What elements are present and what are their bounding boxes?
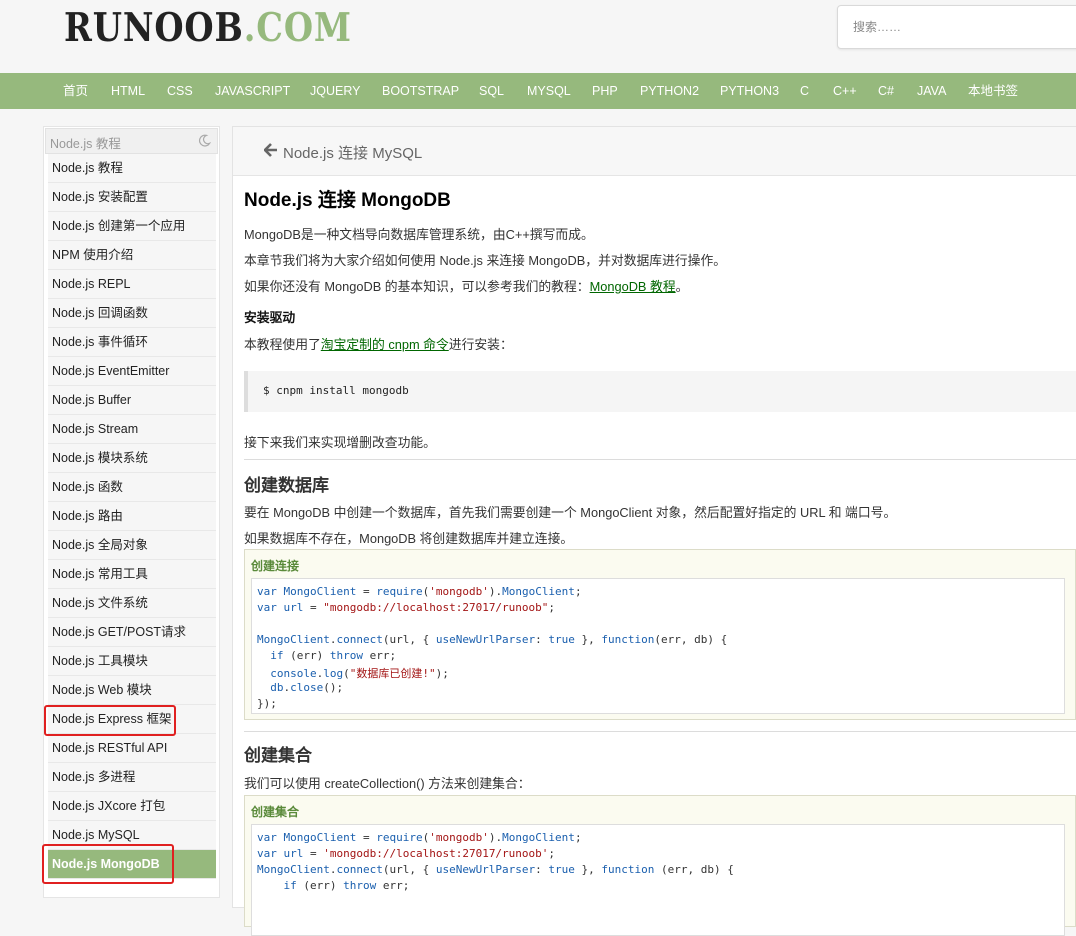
crud-paragraph: 接下来我们来实现增删改查功能。 (244, 435, 436, 450)
section1-paragraph-2: 如果数据库不存在，MongoDB 将创建数据库并建立连接。 (244, 531, 574, 546)
site-logo[interactable]: RUNOOB.COM (64, 8, 352, 48)
highlight-box-express (44, 705, 176, 736)
code-line: var MongoClient = require('mongodb').Mon… (257, 831, 582, 844)
cnpm-link[interactable]: 淘宝定制的 cnpm 命令 (321, 337, 449, 352)
code-line: var url = "mongodb://localhost:27017/run… (257, 601, 556, 614)
sidebar-item[interactable]: Node.js 教程 (48, 154, 216, 183)
sidebar-item[interactable]: Node.js 函数 (48, 473, 216, 502)
main-nav: 首页 HTML CSS JAVASCRIPT JQUERY BOOTSTRAP … (0, 73, 1076, 109)
sidebar-item[interactable]: Node.js 回调函数 (48, 299, 216, 328)
code-line: MongoClient.connect(url, { useNewUrlPars… (257, 863, 734, 876)
divider (244, 459, 1076, 460)
intro3-text: 如果你还没有 MongoDB 的基本知识，可以参考我们的教程： (244, 279, 590, 294)
sidebar-item[interactable]: Node.js Buffer (48, 386, 216, 415)
sidebar: Node.js 教程 Node.js 教程 Node.js 安装配置 Node.… (43, 126, 220, 898)
arrow-left-icon (264, 143, 277, 157)
driver-text-end: 进行安装： (448, 337, 513, 352)
sidebar-item[interactable]: Node.js RESTful API (48, 734, 216, 763)
sidebar-item[interactable]: Node.js 工具模块 (48, 647, 216, 676)
driver-heading: 安装驱动 (244, 310, 296, 325)
sidebar-item[interactable]: Node.js 事件循环 (48, 328, 216, 357)
sidebar-item[interactable]: Node.js 常用工具 (48, 560, 216, 589)
moon-icon[interactable] (198, 134, 211, 147)
sidebar-item[interactable]: Node.js 多进程 (48, 763, 216, 792)
nav-python2[interactable]: PYTHON2 (640, 73, 699, 109)
nav-jquery[interactable]: JQUERY (310, 73, 360, 109)
sidebar-item[interactable]: Node.js JXcore 打包 (48, 792, 216, 821)
sidebar-item[interactable]: Node.js REPL (48, 270, 216, 299)
sidebar-item[interactable]: NPM 使用介绍 (48, 241, 216, 270)
code-line: if (err) throw err; (283, 879, 410, 892)
nav-sql[interactable]: SQL (479, 73, 504, 109)
logo-text: RUNOOB (64, 5, 244, 51)
nav-bootstrap[interactable]: BOOTSTRAP (382, 73, 459, 109)
example-box-collection: 创建集合 var MongoClient = require('mongodb'… (244, 795, 1076, 936)
driver-text: 本教程使用了 (244, 337, 321, 352)
nav-cpp[interactable]: C++ (833, 73, 857, 109)
mongodb-tutorial-link[interactable]: MongoDB 教程 (590, 279, 676, 294)
intro3-end: 。 (675, 279, 689, 294)
sidebar-item[interactable]: Node.js 全局对象 (48, 531, 216, 560)
nav-c[interactable]: C (800, 73, 809, 109)
section-create-collection: 创建集合 (244, 746, 312, 765)
sidebar-header: Node.js 教程 (45, 128, 218, 154)
logo-domain: .COM (243, 5, 352, 51)
divider (244, 731, 1076, 732)
example-title: 创建集合 (251, 805, 300, 819)
intro-paragraph-1: MongoDB是一种文档导向数据库管理系统，由C++撰写而成。 (244, 227, 594, 242)
nav-csharp[interactable]: C# (878, 73, 894, 109)
code-line: db.close(); (270, 681, 344, 694)
nav-java[interactable]: JAVA (917, 73, 946, 109)
sidebar-item[interactable]: Node.js Web 模块 (48, 676, 216, 705)
nav-css[interactable]: CSS (167, 73, 193, 109)
code-block-connect: var MongoClient = require('mongodb').Mon… (251, 578, 1065, 714)
nav-bookmarks[interactable]: 本地书签 (968, 73, 1018, 109)
install-command-block: $ cnpm install mongodb (244, 371, 1076, 412)
sidebar-item[interactable]: Node.js 路由 (48, 502, 216, 531)
nav-javascript[interactable]: JAVASCRIPT (215, 73, 290, 109)
nav-python3[interactable]: PYTHON3 (720, 73, 779, 109)
section2-paragraph-1: 我们可以使用 createCollection() 方法来创建集合： (244, 776, 531, 791)
sidebar-item[interactable]: Node.js 模块系统 (48, 444, 216, 473)
intro-paragraph-2: 本章节我们将为大家介绍如何使用 Node.js 来连接 MongoDB，并对数据… (244, 253, 727, 268)
highlight-box-mongodb (42, 844, 174, 884)
prev-article-bar: Node.js 连接 MySQL (233, 127, 1076, 176)
page-title: Node.js 连接 MongoDB (244, 190, 451, 211)
intro-paragraph-3: 如果你还没有 MongoDB 的基本知识，可以参考我们的教程：MongoDB 教… (244, 276, 688, 295)
example-title: 创建连接 (251, 559, 300, 573)
code-line: }); (257, 697, 277, 710)
code-line: if (err) throw err; (270, 649, 397, 662)
driver-paragraph: 本教程使用了淘宝定制的 cnpm 命令进行安装： (244, 334, 513, 353)
nav-html[interactable]: HTML (111, 73, 145, 109)
nav-mysql[interactable]: MYSQL (527, 73, 571, 109)
sidebar-item[interactable]: Node.js EventEmitter (48, 357, 216, 386)
nav-home[interactable]: 首页 (63, 73, 88, 109)
sidebar-item[interactable]: Node.js Stream (48, 415, 216, 444)
nav-php[interactable]: PHP (592, 73, 618, 109)
section-create-database: 创建数据库 (244, 476, 329, 495)
code-line: var MongoClient = require('mongodb').Mon… (257, 585, 582, 598)
install-command: $ cnpm install mongodb (263, 384, 409, 397)
example-box-connect: 创建连接 var MongoClient = require('mongodb'… (244, 549, 1076, 720)
code-block-collection: var MongoClient = require('mongodb').Mon… (251, 824, 1065, 936)
search-box[interactable] (837, 5, 1076, 49)
section1-paragraph-1: 要在 MongoDB 中创建一个数据库，首先我们需要创建一个 MongoClie… (244, 505, 897, 520)
prev-article-link[interactable]: Node.js 连接 MySQL (283, 142, 422, 163)
code-line: var url = 'mongodb://localhost:27017/run… (257, 847, 556, 860)
sidebar-title: Node.js 教程 (50, 137, 121, 151)
article: Node.js 连接 MySQL Node.js 连接 MongoDB Mong… (232, 126, 1076, 936)
sidebar-item[interactable]: Node.js 安装配置 (48, 183, 216, 212)
code-line: console.log("数据库已创建!"); (270, 667, 449, 680)
code-line: MongoClient.connect(url, { useNewUrlPars… (257, 633, 728, 646)
sidebar-item[interactable]: Node.js 创建第一个应用 (48, 212, 216, 241)
search-input[interactable] (851, 6, 1075, 48)
sidebar-item[interactable]: Node.js GET/POST请求 (48, 618, 216, 647)
sidebar-item[interactable]: Node.js 文件系统 (48, 589, 216, 618)
